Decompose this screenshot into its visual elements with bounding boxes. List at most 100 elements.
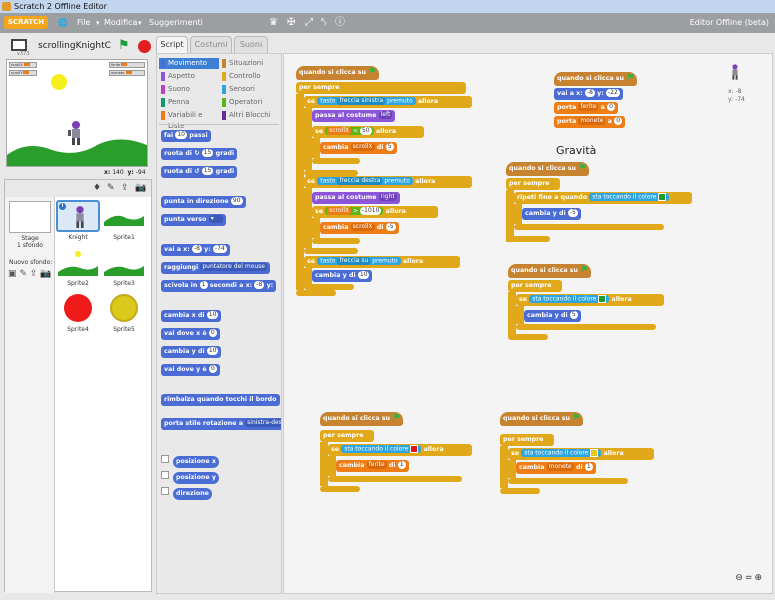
tab-sounds[interactable]: Suoni <box>234 36 268 53</box>
upload-backdrop-icon[interactable]: ⇪ <box>30 269 38 279</box>
info-icon[interactable]: i <box>59 203 66 210</box>
block-turn-left[interactable]: ruota di ↺ 15 gradi <box>161 166 238 178</box>
sprite-thumb-knight[interactable]: i Knight <box>56 200 100 244</box>
block-forever[interactable]: per sempre <box>508 280 562 292</box>
category-more-blocks[interactable]: Altri Blocchi <box>220 110 280 121</box>
camera-icon[interactable]: 📷 <box>135 183 146 193</box>
menu-file[interactable]: File <box>77 18 90 27</box>
upload-sprite-icon[interactable]: ⇪ <box>121 183 129 193</box>
block-change-variable[interactable]: cambia ferite di 1 <box>336 460 409 472</box>
block-change-x[interactable]: cambia x di 10 <box>161 310 222 322</box>
block-move[interactable]: fai 10 passi <box>161 130 211 142</box>
category-pen[interactable]: Penna <box>159 97 219 108</box>
block-set-variable[interactable]: porta ferite a 0 <box>554 102 619 114</box>
block-when-flag-clicked[interactable]: quando si clicca su ⚑ <box>506 162 590 176</box>
shrink-icon[interactable]: ⤣ <box>321 17 327 29</box>
block-goto-object[interactable]: raggiungi puntatore del mouse <box>161 262 270 274</box>
block-when-flag-clicked[interactable]: quando si clicca su ⚑ <box>296 66 380 80</box>
stage-selector[interactable]: Stage 1 sfondo Nuovo sfondo: ▣ ✎ ⇪ 📷 <box>5 197 55 593</box>
block-when-flag-clicked[interactable]: quando si clicca su ⚑ <box>508 264 592 278</box>
paint-sprite-icon[interactable]: ✎ <box>107 183 115 193</box>
block-when-flag-clicked[interactable]: quando si clicca su ⚑ <box>500 412 584 426</box>
block-if[interactable]: se scrollX > -1010 allora <box>312 206 438 218</box>
block-set-variable[interactable]: porta monete a 0 <box>554 116 626 128</box>
block-if[interactable]: se tasto freccia su premuto allora <box>304 256 460 268</box>
presentation-mode-icon[interactable] <box>11 39 27 51</box>
green-flag-icon[interactable]: ⚑ <box>118 39 130 53</box>
block-set-y[interactable]: vai dove y è 0 <box>161 364 220 376</box>
chevron-down-icon[interactable]: ▾ <box>138 19 142 27</box>
block-if[interactable]: se scrollX < 50 allora <box>312 126 424 138</box>
block-change-variable[interactable]: cambia monete di 1 <box>516 462 596 474</box>
monitor-checkbox[interactable] <box>161 470 169 479</box>
category-motion[interactable]: Movimento <box>159 58 219 69</box>
monitor-checkbox[interactable] <box>161 486 169 495</box>
category-data[interactable]: Variabili e Liste <box>159 110 219 130</box>
block-forever[interactable]: per sempre <box>500 434 554 446</box>
block-goto-xy[interactable]: vai a x: -8 y: -22 <box>554 88 623 100</box>
reporter-direction[interactable]: direzione <box>173 488 212 500</box>
category-sound[interactable]: Suono <box>159 84 219 95</box>
block-if[interactable]: se sta toccando il colore allora <box>508 448 654 460</box>
menu-edit[interactable]: Modifica <box>104 18 137 27</box>
globe-icon[interactable]: 🌐 <box>58 18 68 27</box>
block-point-direction[interactable]: punta in direzione 90 <box>161 196 246 208</box>
block-change-variable[interactable]: cambia scrollX di -5 <box>320 222 399 234</box>
block-glide[interactable]: scivola in 1 secondi a x: -8 y: <box>161 280 277 292</box>
block-change-y[interactable]: cambia y di 5 <box>524 310 581 322</box>
paint-backdrop-icon[interactable]: ✎ <box>19 269 27 279</box>
block-repeat-until[interactable]: ripeti fino a quando sta toccando il col… <box>514 192 692 204</box>
block-turn-right[interactable]: ruota di ↻ 15 gradi <box>161 148 238 160</box>
block-forever[interactable]: per sempre <box>320 430 374 442</box>
scripts-area[interactable]: quando si clicca su ⚑ per sempre se tast… <box>283 53 773 594</box>
sprite-thumb-sprite5[interactable]: Sprite5 <box>102 292 146 336</box>
block-switch-costume[interactable]: passa al costume right <box>312 192 400 204</box>
duplicate-stamp-icon[interactable]: ♛ <box>269 17 278 29</box>
block-bounce[interactable]: rimbalza quando tocchi il bordo <box>161 394 280 406</box>
block-switch-costume[interactable]: passa al costume left <box>312 110 396 122</box>
category-control[interactable]: Controllo <box>220 71 280 82</box>
category-sensing[interactable]: Sensori <box>220 84 280 95</box>
block-if[interactable]: se tasto freccia sinistra premuto allora <box>304 96 472 108</box>
block-point-towards[interactable]: punta verso ▾ <box>161 214 226 226</box>
grow-icon[interactable]: ⤢ <box>305 17 313 29</box>
block-change-y[interactable]: cambia y di 10 <box>312 270 373 282</box>
block-forever[interactable]: per sempre <box>506 178 560 190</box>
category-operators[interactable]: Operatori <box>220 97 280 108</box>
block-rotation-style[interactable]: porta stile rotazione a sinistra-destra <box>161 418 281 430</box>
chevron-down-icon[interactable]: ▾ <box>96 19 100 27</box>
sprite-thumb-sprite4[interactable]: Sprite4 <box>56 292 100 336</box>
cut-icon[interactable]: ✠ <box>287 17 295 29</box>
block-set-x[interactable]: vai dove x è 0 <box>161 328 220 340</box>
block-when-flag-clicked[interactable]: quando si clicca su ⚑ <box>320 412 404 426</box>
camera-icon[interactable]: 📷 <box>40 269 51 279</box>
block-if[interactable]: se sta toccando il colore allora <box>328 444 472 456</box>
monitor-checkbox[interactable] <box>161 454 169 463</box>
block-change-y[interactable]: cambia y di -5 <box>522 208 581 220</box>
zoom-out-icon[interactable]: ⊖ <box>735 573 745 583</box>
block-goto-xy[interactable]: vai a x: -8 y: -74 <box>161 244 230 256</box>
stage[interactable]: scrollX scrollY ferite monete <box>6 59 148 167</box>
scratch-logo[interactable]: SCRATCH <box>4 16 48 29</box>
help-icon[interactable]: ⓘ <box>335 17 345 29</box>
choose-sprite-icon[interactable]: ♦ <box>93 183 101 193</box>
tab-script[interactable]: Script <box>156 36 188 54</box>
block-if[interactable]: se sta toccando il colore allora <box>516 294 664 306</box>
category-events[interactable]: Situazioni <box>220 58 280 69</box>
block-if[interactable]: se tasto freccia destra premuto allora <box>304 176 472 188</box>
block-forever[interactable]: per sempre <box>296 82 466 94</box>
stop-icon[interactable] <box>138 40 151 53</box>
block-when-flag-clicked[interactable]: quando si clicca su ⚑ <box>554 72 638 86</box>
sprite-thumb-sprite1[interactable]: Sprite1 <box>102 200 146 244</box>
category-looks[interactable]: Aspetto <box>159 71 219 82</box>
choose-backdrop-icon[interactable]: ▣ <box>8 269 17 279</box>
tab-costumes[interactable]: Costumi <box>190 36 232 53</box>
stage-thumbnail[interactable] <box>9 201 51 233</box>
zoom-in-icon[interactable]: ⊕ <box>754 573 764 583</box>
sprite-thumb-sprite3[interactable]: Sprite3 <box>102 246 146 290</box>
block-change-y[interactable]: cambia y di 10 <box>161 346 222 358</box>
knight-sprite[interactable] <box>65 120 87 146</box>
block-change-variable[interactable]: cambia scrollX di 5 <box>320 142 397 154</box>
project-name[interactable]: scrollingKnightC <box>38 41 111 51</box>
menu-tips[interactable]: Suggerimenti <box>149 18 203 27</box>
